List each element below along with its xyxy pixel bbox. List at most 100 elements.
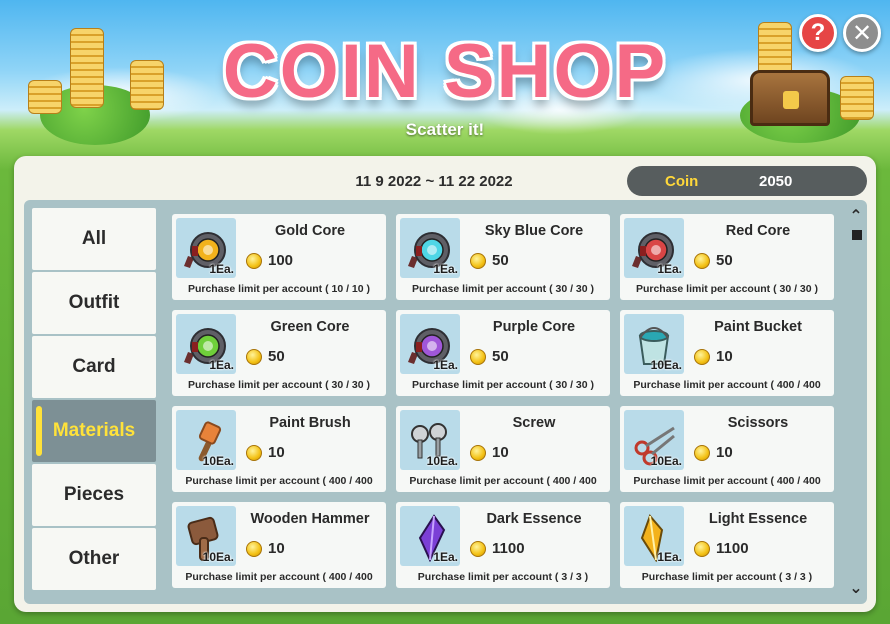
purchase-limit: Purchase limit per account ( 3 / 3 ): [641, 571, 813, 583]
purchase-limit: Purchase limit per account ( 30 / 30 ): [411, 379, 595, 391]
item-card[interactable]: 1Ea. Sky Blue Core 50 Purchase limit per ac…: [396, 214, 610, 300]
item-card[interactable]: 1Ea. Dark Essence 1100 Purchase limit per a…: [396, 502, 610, 588]
item-card[interactable]: 1Ea. Red Core 50 Purchase limit per account…: [620, 214, 834, 300]
item-price-value: 50: [492, 252, 509, 269]
coin-icon: [694, 444, 710, 461]
coin-balance: Coin 2050: [627, 166, 867, 196]
page-title: COIN SHOP: [222, 29, 668, 114]
item-name: Wooden Hammer: [250, 511, 370, 527]
purchase-limit: Purchase limit per account ( 400 / 400: [409, 475, 597, 487]
item-price: 10: [694, 348, 733, 365]
item-card[interactable]: 1Ea. Green Core 50 Purchase limit per accou…: [172, 310, 386, 396]
item-quantity: 10Ea.: [202, 550, 234, 564]
item-quantity: 10Ea.: [650, 358, 682, 372]
item-thumbnail: 1Ea.: [624, 218, 684, 278]
item-card[interactable]: 10Ea. Paint Brush 10 Purchase limit per acc…: [172, 406, 386, 492]
item-card[interactable]: 1Ea. Purple Core 50 Purchase limit per acco…: [396, 310, 610, 396]
tab-card[interactable]: Card: [32, 336, 156, 398]
item-name: Paint Bucket: [714, 319, 802, 335]
coin-icon: [694, 540, 710, 557]
purchase-limit: Purchase limit per account ( 30 / 30 ): [635, 283, 819, 295]
tab-label: Materials: [52, 420, 136, 441]
item-price: 1100: [470, 540, 525, 557]
coin-balance-label: Coin: [665, 172, 699, 190]
help-button[interactable]: ?: [799, 14, 837, 52]
item-thumbnail: 1Ea.: [400, 218, 460, 278]
coin-icon: [246, 252, 262, 269]
coin-icon: [470, 348, 486, 365]
item-price-value: 50: [716, 252, 733, 269]
item-thumbnail: 10Ea.: [624, 314, 684, 374]
item-thumbnail: 1Ea.: [176, 218, 236, 278]
tab-label: Other: [68, 548, 120, 569]
item-price-value: 1100: [492, 540, 525, 557]
scrollbar-thumb[interactable]: [852, 230, 862, 240]
item-card[interactable]: 1Ea. Light Essence 1100 Purchase limit per …: [620, 502, 834, 588]
item-price: 1100: [694, 540, 749, 557]
item-quantity: 10Ea.: [650, 454, 682, 468]
coin-icon: [694, 252, 710, 269]
item-price-value: 1100: [716, 540, 749, 557]
item-thumbnail: 1Ea.: [624, 506, 684, 566]
item-quantity: 10Ea.: [202, 454, 234, 468]
item-name: Gold Core: [274, 223, 346, 239]
category-sidebar: All Outfit Card Materials Pieces Other: [32, 208, 156, 592]
item-quantity: 1Ea.: [433, 550, 458, 564]
item-price-value: 10: [716, 348, 733, 365]
item-card[interactable]: 10Ea. Wooden Hammer 10 Purchase limit per a…: [172, 502, 386, 588]
item-quantity: 1Ea.: [657, 262, 682, 276]
tab-pieces[interactable]: Pieces: [32, 464, 156, 526]
item-price: 50: [694, 252, 733, 269]
item-name: Red Core: [725, 223, 791, 239]
scroll-down-button[interactable]: ⌄: [849, 578, 863, 598]
item-thumbnail: 1Ea.: [400, 506, 460, 566]
item-price: 50: [246, 348, 285, 365]
purchase-limit: Purchase limit per account ( 400 / 400: [185, 475, 373, 487]
close-button[interactable]: ✕: [843, 14, 881, 52]
item-quantity: 1Ea.: [209, 358, 234, 372]
purchase-limit: Purchase limit per account ( 400 / 400: [633, 379, 821, 391]
purchase-limit: Purchase limit per account ( 30 / 30 ): [187, 379, 371, 391]
item-thumbnail: 1Ea.: [400, 314, 460, 374]
item-price: 100: [246, 252, 293, 269]
item-thumbnail: 10Ea.: [400, 410, 460, 470]
item-quantity: 1Ea.: [657, 550, 682, 564]
close-icon: ✕: [851, 19, 873, 47]
item-card[interactable]: 10Ea. Paint Bucket 10 Purchase limit per ac…: [620, 310, 834, 396]
active-tab-marker: [36, 406, 42, 456]
scroll-up-button[interactable]: ⌃: [849, 206, 863, 226]
coin-icon: [246, 540, 262, 557]
item-price-value: 100: [268, 252, 294, 269]
item-name: Screw: [512, 415, 556, 431]
purchase-limit: Purchase limit per account ( 400 / 400: [185, 571, 373, 583]
item-name: Paint Brush: [269, 415, 351, 431]
item-card[interactable]: 10Ea. Scissors 10 Purchase limit per accoun…: [620, 406, 834, 492]
item-price: 50: [470, 348, 509, 365]
item-quantity: 1Ea.: [433, 262, 458, 276]
shop-content: All Outfit Card Materials Pieces Other 1…: [24, 200, 867, 604]
item-name: Green Core: [270, 319, 350, 335]
item-name: Scissors: [727, 415, 789, 431]
tab-all[interactable]: All: [32, 208, 156, 270]
tab-label: All: [81, 228, 107, 249]
tab-outfit[interactable]: Outfit: [32, 272, 156, 334]
item-card[interactable]: 10Ea. Screw 10 Purchase limit per account (…: [396, 406, 610, 492]
coin-balance-value: 2050: [759, 172, 793, 190]
tab-materials[interactable]: Materials: [32, 400, 156, 462]
item-name: Light Essence: [708, 511, 808, 527]
tab-label: Outfit: [68, 292, 120, 313]
item-price-value: 10: [268, 444, 285, 461]
tab-label: Pieces: [63, 484, 125, 505]
coin-icon: [470, 444, 486, 461]
item-price: 10: [694, 444, 733, 461]
item-name: Dark Essence: [486, 511, 582, 527]
tab-other[interactable]: Other: [32, 528, 156, 590]
item-quantity: 1Ea.: [209, 262, 234, 276]
item-grid: 1Ea. Gold Core 100 Purchase limit per accou…: [172, 214, 840, 588]
tab-label: Card: [72, 356, 116, 377]
purchase-limit: Purchase limit per account ( 3 / 3 ): [417, 571, 589, 583]
purchase-limit: Purchase limit per account ( 30 / 30 ): [411, 283, 595, 295]
item-price: 10: [246, 540, 285, 557]
question-icon: ?: [810, 19, 826, 46]
item-card[interactable]: 1Ea. Gold Core 100 Purchase limit per accou…: [172, 214, 386, 300]
